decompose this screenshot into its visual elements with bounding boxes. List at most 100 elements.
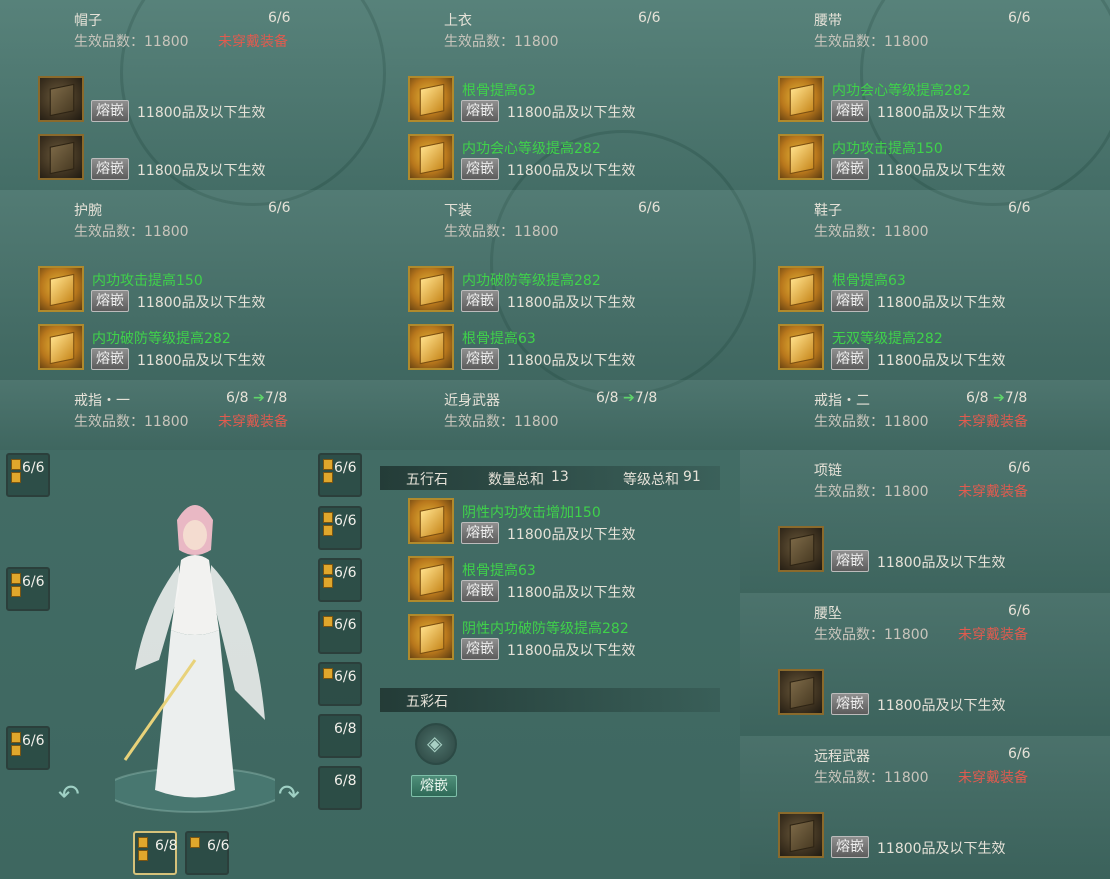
inlay-button[interactable]: 熔嵌	[91, 158, 129, 180]
gem-attribute: 阴性内功破防等级提高282	[462, 621, 629, 637]
unequipped-warning: 未穿戴装备	[958, 627, 1028, 643]
gem-slot-empty[interactable]	[38, 134, 84, 180]
inlay-button[interactable]: 熔嵌	[831, 158, 869, 180]
equip-slot-right-5[interactable]: 6/6	[318, 662, 362, 706]
gem-slot-empty[interactable]	[778, 812, 824, 858]
slot-count: 6/6	[334, 669, 357, 685]
gem-slot[interactable]	[778, 134, 824, 180]
quality-text: 生效品数：11800	[444, 414, 559, 430]
inlay-button[interactable]: 熔嵌	[461, 100, 499, 122]
wuxing-gem-slot[interactable]	[408, 614, 454, 660]
inlay-button[interactable]: 熔嵌	[461, 580, 499, 602]
inlay-button[interactable]: 熔嵌	[831, 550, 869, 572]
gem-icon	[789, 141, 815, 175]
gem-slot[interactable]	[38, 266, 84, 312]
slot-count: 6/6	[334, 617, 357, 633]
quality-text: 生效品数：11800	[74, 414, 189, 430]
wucai-stone-slot[interactable]: ◈	[415, 723, 457, 765]
slot-progress-next: 7/8	[264, 390, 288, 406]
gem-slot[interactable]	[408, 324, 454, 370]
equip-slot-right-6[interactable]: 6/8	[318, 714, 362, 758]
equip-slot-right-1[interactable]: 6/6	[318, 453, 362, 497]
equip-slot-right-7[interactable]: 6/8	[318, 766, 362, 810]
gem-icon	[49, 331, 75, 365]
gem-slot[interactable]	[408, 76, 454, 122]
slot-panel-ranged-weapon: 远程武器 6/6 生效品数：11800 未穿戴装备 熔嵌 11800品及以下生效	[740, 736, 1110, 879]
inlay-button[interactable]: 熔嵌	[831, 290, 869, 312]
effect-text: 11800品及以下生效	[877, 698, 1006, 714]
equip-slot-right-3[interactable]: 6/6	[318, 558, 362, 602]
gem-slot[interactable]	[38, 324, 84, 370]
inlay-button[interactable]: 熔嵌	[91, 100, 129, 122]
gem-icon	[789, 83, 815, 117]
slot-progress-group: 6/8 ➔7/8	[226, 390, 287, 406]
equip-slot-left-3[interactable]: 6/6	[6, 726, 50, 770]
inlay-button[interactable]: 熔嵌	[831, 348, 869, 370]
equip-slot-right-2[interactable]: 6/6	[318, 506, 362, 550]
gem-slot[interactable]	[778, 266, 824, 312]
gem-slot[interactable]	[778, 324, 824, 370]
quality-text: 生效品数：11800	[74, 34, 189, 50]
inlay-button[interactable]: 熔嵌	[831, 836, 869, 858]
rotate-right-icon[interactable]: ↷	[278, 780, 300, 810]
inlay-button[interactable]: 熔嵌	[461, 158, 499, 180]
gem-attribute: 阴性内功攻击增加150	[462, 505, 601, 521]
equip-slot-right-4[interactable]: 6/6	[318, 610, 362, 654]
gem-icon	[49, 273, 75, 307]
wuxing-count-label: 数量总和	[488, 472, 544, 488]
effect-text: 11800品及以下生效	[137, 295, 266, 311]
gem-pips	[11, 573, 21, 599]
arrow-right-icon: ➔	[622, 390, 635, 406]
gem-icon	[419, 83, 445, 117]
gem-attribute: 内功会心等级提高282	[462, 141, 601, 157]
slot-progress: 6/6	[1008, 746, 1031, 762]
quality-text: 生效品数：11800	[444, 34, 559, 50]
inlay-button[interactable]: 熔嵌	[91, 348, 129, 370]
inlay-button[interactable]: 熔嵌	[461, 522, 499, 544]
slot-panel-pants: 下装 6/6 生效品数：11800 内功破防等级提高282 熔嵌 11800品及…	[370, 190, 740, 380]
quality-text: 生效品数：11800	[814, 770, 929, 786]
gem-pips	[190, 837, 200, 850]
slot-name: 下装	[444, 203, 472, 219]
gem-slot[interactable]	[408, 266, 454, 312]
slot-name: 护腕	[74, 203, 102, 219]
gem-slot-empty[interactable]	[778, 669, 824, 715]
wuxing-gem-slot[interactable]	[408, 556, 454, 602]
slot-progress-group: 6/8 ➔7/8	[596, 390, 657, 406]
gem-icon	[419, 563, 445, 597]
gem-slot-empty[interactable]	[778, 526, 824, 572]
equip-slot-bottom-1[interactable]: 6/8	[133, 831, 178, 875]
unequipped-warning: 未穿戴装备	[218, 34, 288, 50]
inlay-button[interactable]: 熔嵌	[831, 100, 869, 122]
inlay-button[interactable]: 熔嵌	[461, 638, 499, 660]
gem-slot[interactable]	[408, 134, 454, 180]
gem-slot[interactable]	[778, 76, 824, 122]
slot-progress-next: 7/8	[1004, 390, 1028, 406]
gem-pips	[11, 459, 21, 485]
stone-outline-icon: ◈	[427, 731, 443, 755]
equip-slot-left-1[interactable]: 6/6	[6, 453, 50, 497]
wucai-inlay-button[interactable]: 熔嵌	[411, 775, 457, 797]
inlay-button[interactable]: 熔嵌	[461, 290, 499, 312]
gem-attribute: 内功破防等级提高282	[92, 331, 231, 347]
slot-name: 项链	[814, 463, 842, 479]
slot-count: 6/8	[334, 773, 357, 789]
effect-text: 11800品及以下生效	[507, 643, 636, 659]
wuxing-gem-slot[interactable]	[408, 498, 454, 544]
effect-text: 11800品及以下生效	[137, 105, 266, 121]
rotate-left-icon[interactable]: ↶	[58, 780, 80, 810]
inlay-button[interactable]: 熔嵌	[91, 290, 129, 312]
unequipped-warning: 未穿戴装备	[218, 414, 288, 430]
gem-pips	[138, 837, 148, 863]
gem-attribute: 内功破防等级提高282	[462, 273, 601, 289]
slot-panel-shoes: 鞋子 6/6 生效品数：11800 根骨提高63 熔嵌 11800品及以下生效 …	[740, 190, 1110, 380]
slot-count: 6/6	[207, 838, 230, 854]
equip-slot-left-2[interactable]: 6/6	[6, 567, 50, 611]
slot-count: 6/6	[22, 733, 45, 749]
inlay-button[interactable]: 熔嵌	[831, 693, 869, 715]
gem-attribute: 根骨提高63	[462, 331, 536, 347]
gem-slot-empty[interactable]	[38, 76, 84, 122]
gem-pips	[11, 732, 21, 758]
inlay-button[interactable]: 熔嵌	[461, 348, 499, 370]
equip-slot-bottom-2[interactable]: 6/6	[185, 831, 230, 875]
